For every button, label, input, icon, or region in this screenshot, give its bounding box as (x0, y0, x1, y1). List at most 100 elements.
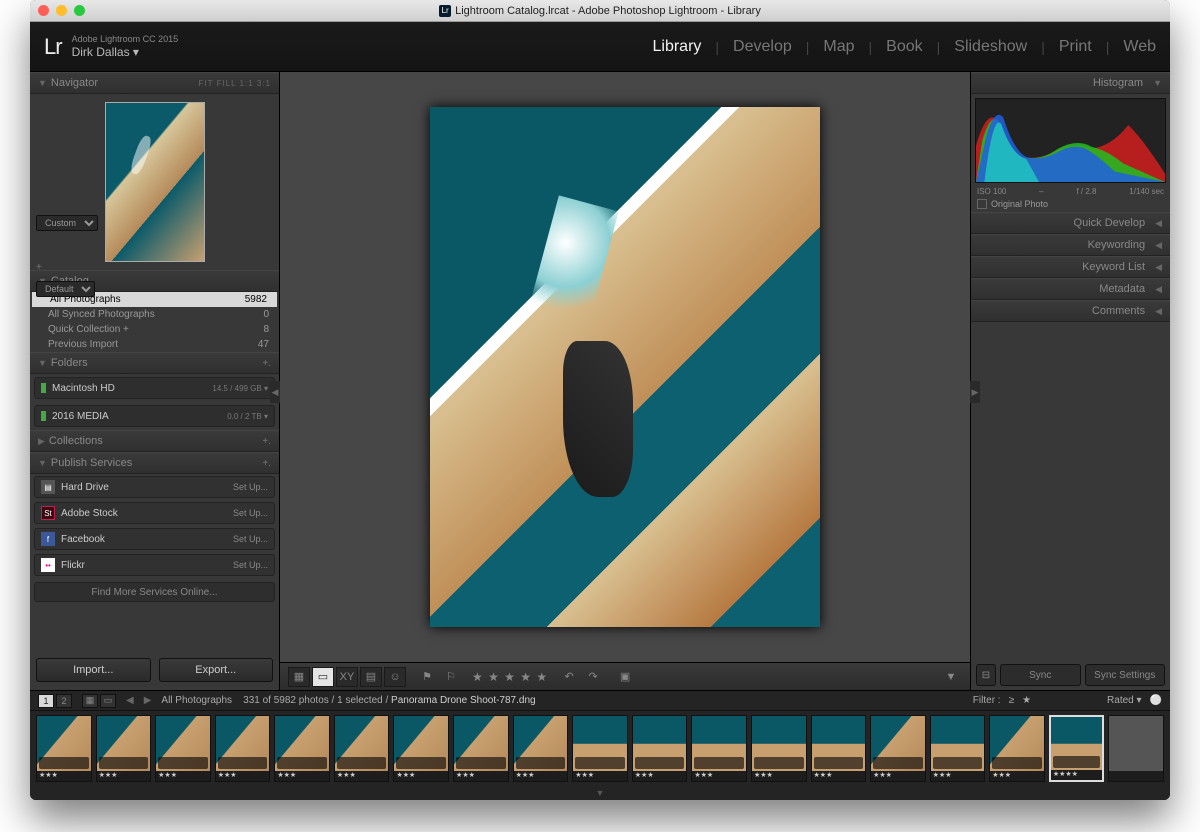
add-collection-icon[interactable]: +. (262, 436, 271, 447)
collapse-right-icon[interactable]: ▶ (970, 381, 980, 403)
list-item[interactable]: ★★★ (155, 715, 211, 782)
slideshow-icon[interactable]: ▣ (614, 667, 636, 687)
rating-stars[interactable]: ★ ★ ★ ★ ★ (472, 670, 548, 684)
folder-volume-2[interactable]: 2016 MEDIA 0.0 / 2 TB ▾ (34, 405, 275, 427)
list-item[interactable]: ★★★ (215, 715, 271, 782)
module-book[interactable]: Book (886, 38, 922, 56)
list-item[interactable] (1108, 715, 1164, 782)
publish-header[interactable]: ▼Publish Services +. (30, 452, 279, 474)
list-item[interactable]: ★★★ (811, 715, 867, 782)
catalog-synced[interactable]: All Synced Photographs0 (30, 307, 279, 322)
quick-develop-preset[interactable]: Custom (36, 215, 98, 231)
collections-header[interactable]: ▶Collections +. (30, 430, 279, 452)
list-item[interactable]: ★★★ (96, 715, 152, 782)
list-item[interactable]: ★★★ (453, 715, 509, 782)
module-picker: Library| Develop| Map| Book| Slideshow| … (653, 38, 1157, 56)
collapse-left-icon[interactable]: ◀ (270, 381, 280, 403)
grid-view-icon[interactable]: ▦ (288, 667, 310, 687)
add-folder-icon[interactable]: +. (262, 358, 271, 369)
list-item[interactable]: ★★★ (870, 715, 926, 782)
sync-toggle-icon[interactable]: ⊟ (976, 664, 996, 686)
nav-forward-icon[interactable]: ▶ (144, 695, 152, 706)
list-item[interactable]: ★★★ (691, 715, 747, 782)
list-item[interactable]: ★★★ (989, 715, 1045, 782)
sync-button[interactable]: Sync (1000, 664, 1081, 686)
people-view-icon[interactable]: ☺ (384, 667, 406, 687)
import-button[interactable]: Import... (36, 658, 151, 682)
secondary-display[interactable]: 12 (38, 694, 72, 708)
user-menu[interactable]: Dirk Dallas ▾ (72, 45, 179, 59)
flag-pick-icon[interactable]: ⚑ (416, 667, 438, 687)
folders-header[interactable]: ▼Folders +. (30, 352, 279, 374)
survey-view-icon[interactable]: ▤ (360, 667, 382, 687)
list-item[interactable]: ★★★ (513, 715, 569, 782)
catalog-quick-collection[interactable]: Quick Collection +8 (30, 322, 279, 337)
filter-label: Filter : (973, 695, 1001, 706)
list-item[interactable]: ★★★ (393, 715, 449, 782)
add-keyword-icon[interactable]: + (36, 262, 42, 273)
module-develop[interactable]: Develop (733, 38, 792, 56)
add-publish-icon[interactable]: +. (262, 458, 271, 469)
comments-header[interactable]: Comments◀ (971, 300, 1170, 322)
list-item[interactable]: ★★★ (632, 715, 688, 782)
chevron-down-icon[interactable]: ▾ (264, 412, 268, 421)
loupe-view[interactable] (280, 72, 970, 662)
export-button[interactable]: Export... (159, 658, 274, 682)
rotate-ccw-icon[interactable]: ↶ (558, 667, 580, 687)
filter-op[interactable]: ≥ (1009, 695, 1015, 706)
catalog-previous-import[interactable]: Previous Import47 (30, 337, 279, 352)
module-library[interactable]: Library (653, 38, 702, 56)
quick-develop-header[interactable]: Custom Quick Develop◀ (971, 212, 1170, 234)
publish-flickr[interactable]: •• FlickrSet Up... (34, 554, 275, 576)
filter-star[interactable]: ★ (1022, 695, 1031, 706)
folder-volume-1[interactable]: Macintosh HD 14.5 / 499 GB ▾ (34, 377, 275, 399)
publish-facebook[interactable]: f FacebookSet Up... (34, 528, 275, 550)
histogram-header[interactable]: Histogram▼ (971, 72, 1170, 94)
filmstrip-bar: 12 ▦▭ ◀ ▶ All Photographs 331 of 5982 ph… (30, 691, 1170, 711)
chevron-down-icon[interactable]: ▾ (264, 384, 268, 393)
original-photo-checkbox[interactable]: Original Photo (971, 196, 1170, 212)
filmstrip-thumbs[interactable]: ★★★ ★★★ ★★★ ★★★ ★★★ ★★★ ★★★ ★★★ ★★★ ★★★ … (30, 711, 1170, 786)
metadata-preset[interactable]: Default (36, 281, 95, 297)
volume-status-icon (41, 411, 46, 421)
publish-adobe-stock[interactable]: St Adobe StockSet Up... (34, 502, 275, 524)
keywording-header[interactable]: Keywording◀ (971, 234, 1170, 256)
filter-preset[interactable]: Rated ▾ (1107, 695, 1142, 706)
flag-reject-icon[interactable]: ⚐ (440, 667, 462, 687)
navigator-zoom-options[interactable]: FIT FILL 1:1 3:1 (199, 79, 271, 88)
sync-settings-button[interactable]: Sync Settings (1085, 664, 1166, 686)
identity-plate: Lr Adobe Lightroom CC 2015 Dirk Dallas ▾… (30, 22, 1170, 72)
list-item[interactable]: ★★★ (572, 715, 628, 782)
module-map[interactable]: Map (823, 38, 854, 56)
module-slideshow[interactable]: Slideshow (954, 38, 1027, 56)
module-web[interactable]: Web (1123, 38, 1156, 56)
filter-lock-icon[interactable]: ⚪ (1150, 695, 1162, 706)
view-shortcuts[interactable]: ▦▭ (82, 694, 116, 708)
flickr-icon: •• (41, 558, 55, 572)
list-item[interactable]: ★★★ (274, 715, 330, 782)
keyword-list-header[interactable]: + Keyword List◀ (971, 256, 1170, 278)
volume-status-icon (41, 383, 46, 393)
filmstrip-path[interactable]: All Photographs 331 of 5982 photos / 1 s… (161, 695, 535, 706)
nav-back-icon[interactable]: ◀ (126, 695, 134, 706)
list-item[interactable]: ★★★ (930, 715, 986, 782)
metadata-header[interactable]: Default Metadata◀ (971, 278, 1170, 300)
histogram[interactable] (975, 98, 1166, 183)
collapse-filmstrip-icon[interactable]: ▼ (30, 786, 1170, 800)
find-more-services[interactable]: Find More Services Online... (34, 582, 275, 602)
loupe-view-icon[interactable]: ▭ (312, 667, 334, 687)
titlebar: Lr Lightroom Catalog.lrcat - Adobe Photo… (30, 0, 1170, 22)
publish-hard-drive[interactable]: ▤ Hard DriveSet Up... (34, 476, 275, 498)
rotate-cw-icon[interactable]: ↷ (582, 667, 604, 687)
list-item[interactable]: ★★★ (751, 715, 807, 782)
navigator-preview[interactable] (105, 102, 205, 262)
list-item[interactable]: ★★★ (334, 715, 390, 782)
adobe-stock-icon: St (41, 506, 55, 520)
list-item[interactable]: ★★★ (36, 715, 92, 782)
list-item[interactable]: ★★★★ (1049, 715, 1105, 782)
navigator-header[interactable]: ▼Navigator FIT FILL 1:1 3:1 (30, 72, 279, 94)
left-panel: ▼Navigator FIT FILL 1:1 3:1 ▼Catalog All… (30, 72, 280, 690)
toolbar-menu-icon[interactable]: ▼ (940, 667, 962, 687)
compare-view-icon[interactable]: XY (336, 667, 358, 687)
module-print[interactable]: Print (1059, 38, 1092, 56)
